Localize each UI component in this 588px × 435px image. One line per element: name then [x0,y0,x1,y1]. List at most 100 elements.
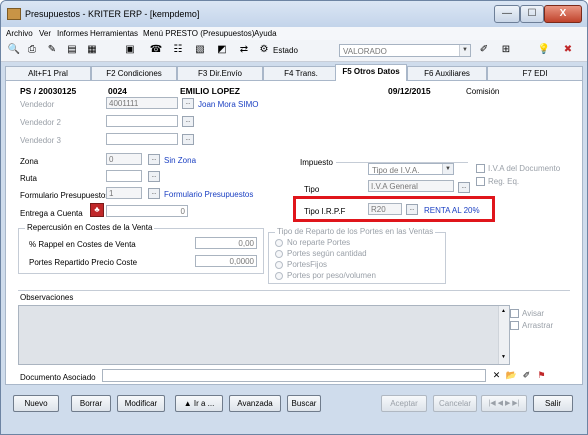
impuesto-group-title: Impuesto [300,158,333,167]
document-icon[interactable]: ▧ [193,43,207,57]
reparto-group-title: Tipo de Reparto de los Portes en las Ven… [275,227,436,236]
tab-otros-datos[interactable]: F5 Otros Datos [335,64,407,81]
ir-a-button[interactable]: ▲ Ir a ... [175,395,223,412]
reparto-radio-none[interactable] [275,239,283,247]
document-date: 09/12/2015 [388,86,431,96]
observaciones-scrollbar[interactable]: ▲ ▼ [498,306,509,364]
tree-icon[interactable]: ⊞ [499,43,513,57]
avisar-checkbox[interactable] [510,309,519,318]
chevron-down-icon: ▼ [459,45,470,56]
nuevo-button[interactable]: Nuevo [13,395,59,412]
tipo-search-button[interactable]: ... [458,182,470,193]
zona-name[interactable]: Sin Zona [164,156,196,165]
formulario-search-button[interactable]: ... [148,188,160,199]
vendedor-field[interactable]: 4001111 [106,97,178,109]
iva-documento-checkbox[interactable] [476,164,485,173]
tab-principal[interactable]: Alt+F1 Pral [5,66,91,80]
vendedor2-label: Vendedor 2 [20,118,61,127]
entrega-field[interactable]: 0 [106,205,188,217]
aceptar-button[interactable]: Aceptar [381,395,427,412]
maximize-button[interactable]: ☐ [520,5,544,23]
reparto-radio-cantidad[interactable] [275,250,283,258]
ruta-search-button[interactable]: ... [148,171,160,182]
export-icon[interactable]: ⇄ [237,43,251,57]
vendedor2-search-button[interactable]: ... [182,116,194,127]
reparto-option: No reparte Portes [287,238,351,247]
calculator-icon[interactable]: ▣ [123,43,137,57]
reg-eq-checkbox[interactable] [476,177,485,186]
menu-ayuda[interactable]: Ayuda [254,29,277,38]
irpf-highlight [293,196,495,222]
print-icon[interactable]: ⎙ [25,43,39,57]
tipo-iva-combo[interactable]: Tipo de I.V.A. ▼ [368,163,454,175]
edit-icon[interactable]: ✎ [45,43,59,57]
list-icon[interactable]: ☷ [171,43,185,57]
reparto-radio-fijos[interactable] [275,261,283,269]
serial-number: 0024 [108,86,127,96]
vendedor3-search-button[interactable]: ... [182,134,194,145]
preview-icon[interactable]: 🔍 [7,43,21,57]
estado-combo[interactable]: VALORADO ▼ [339,44,471,57]
vendedor-name[interactable]: Joan Mora SIMO [198,100,258,109]
rappel-field[interactable]: 0,00 [195,237,257,249]
minimize-button[interactable]: — [494,5,520,23]
borrar-button[interactable]: Borrar [71,395,111,412]
arrastrar-checkbox[interactable] [510,321,519,330]
observaciones-textarea[interactable]: ▲ ▼ [18,305,510,365]
clear-icon[interactable]: ✕ [490,369,503,382]
tab-condiciones[interactable]: F2 Condiciones [91,66,177,80]
bulb-icon[interactable]: 💡 [537,43,551,57]
scroll-down-icon[interactable]: ▼ [501,354,506,360]
scroll-up-icon[interactable]: ▲ [501,308,506,314]
folder-icon[interactable]: 📂 [505,369,518,382]
menu-informes[interactable]: Informes [57,29,88,38]
menu-presto[interactable]: Menú PRESTO (Presupuestos) [143,29,254,38]
modificar-button[interactable]: Modificar [117,395,165,412]
entrega-label: Entrega a Cuenta [20,209,83,218]
record-navigator[interactable]: |◀ ◀ ▶ ▶| [481,395,527,412]
vendedor3-field[interactable] [106,133,178,145]
open-icon[interactable]: ⚑ [535,369,548,382]
sheet-icon[interactable]: ▦ [85,43,99,57]
salir-button[interactable]: Salir [533,395,573,412]
menu-bar: Archivo Ver Informes Herramientas Menú P… [1,27,587,40]
formulario-field[interactable]: 1 [106,187,142,199]
application-window: Presupuestos - KRITER ERP - [kempdemo] —… [0,0,588,435]
avanzada-button[interactable]: Avanzada [229,395,281,412]
attach-icon[interactable]: ✐ [520,369,533,382]
cancelar-button[interactable]: Cancelar [433,395,477,412]
menu-herramientas[interactable]: Herramientas [90,29,138,38]
clip-icon[interactable]: ✐ [477,43,491,57]
menu-archivo[interactable]: Archivo [6,29,33,38]
menu-ver[interactable]: Ver [39,29,51,38]
reparto-option: Portes según cantidad [287,249,367,258]
ruta-field[interactable] [106,170,142,182]
bottom-button-bar: Nuevo Borrar Modificar ▲ Ir a ... Avanza… [1,389,587,434]
reparto-radio-peso[interactable] [275,272,283,280]
phone-icon[interactable]: ☎ [149,43,163,57]
zona-search-button[interactable]: ... [148,154,160,165]
chart-icon[interactable]: ◩ [215,43,229,57]
vendedor3-label: Vendedor 3 [20,136,61,145]
tab-bar: Alt+F1 Pral F2 Condiciones F3 Dir.Envío … [5,64,583,81]
buscar-button[interactable]: Buscar [287,395,321,412]
entrega-icon[interactable]: ♣ [90,203,104,217]
portes-field[interactable]: 0,0000 [195,255,257,267]
close-button[interactable]: X [544,5,582,23]
vendedor-search-button[interactable]: ... [182,98,194,109]
tab-auxiliares[interactable]: F6 Auxiliares [407,66,487,80]
divider [18,290,570,291]
tab-content: PS / 20030125 0024 EMILIO LOPEZ 09/12/20… [5,80,583,385]
vendedor2-field[interactable] [106,115,178,127]
tab-transporte[interactable]: F4 Trans. [263,66,339,80]
documento-field[interactable] [102,369,486,382]
tab-direccion-envio[interactable]: F3 Dir.Envío [177,66,263,80]
formulario-name[interactable]: Formulario Presupuestos [164,190,253,199]
form-icon[interactable]: ▤ [65,43,79,57]
state-icon[interactable]: ⚙ [257,43,271,57]
iva-documento-label: I.V.A del Documento [488,164,561,173]
tipo-field[interactable]: I.V.A General [368,180,454,192]
exit-icon[interactable]: ✖ [561,43,575,57]
zona-field[interactable]: 0 [106,153,142,165]
tab-edi[interactable]: F7 EDI [487,66,583,80]
